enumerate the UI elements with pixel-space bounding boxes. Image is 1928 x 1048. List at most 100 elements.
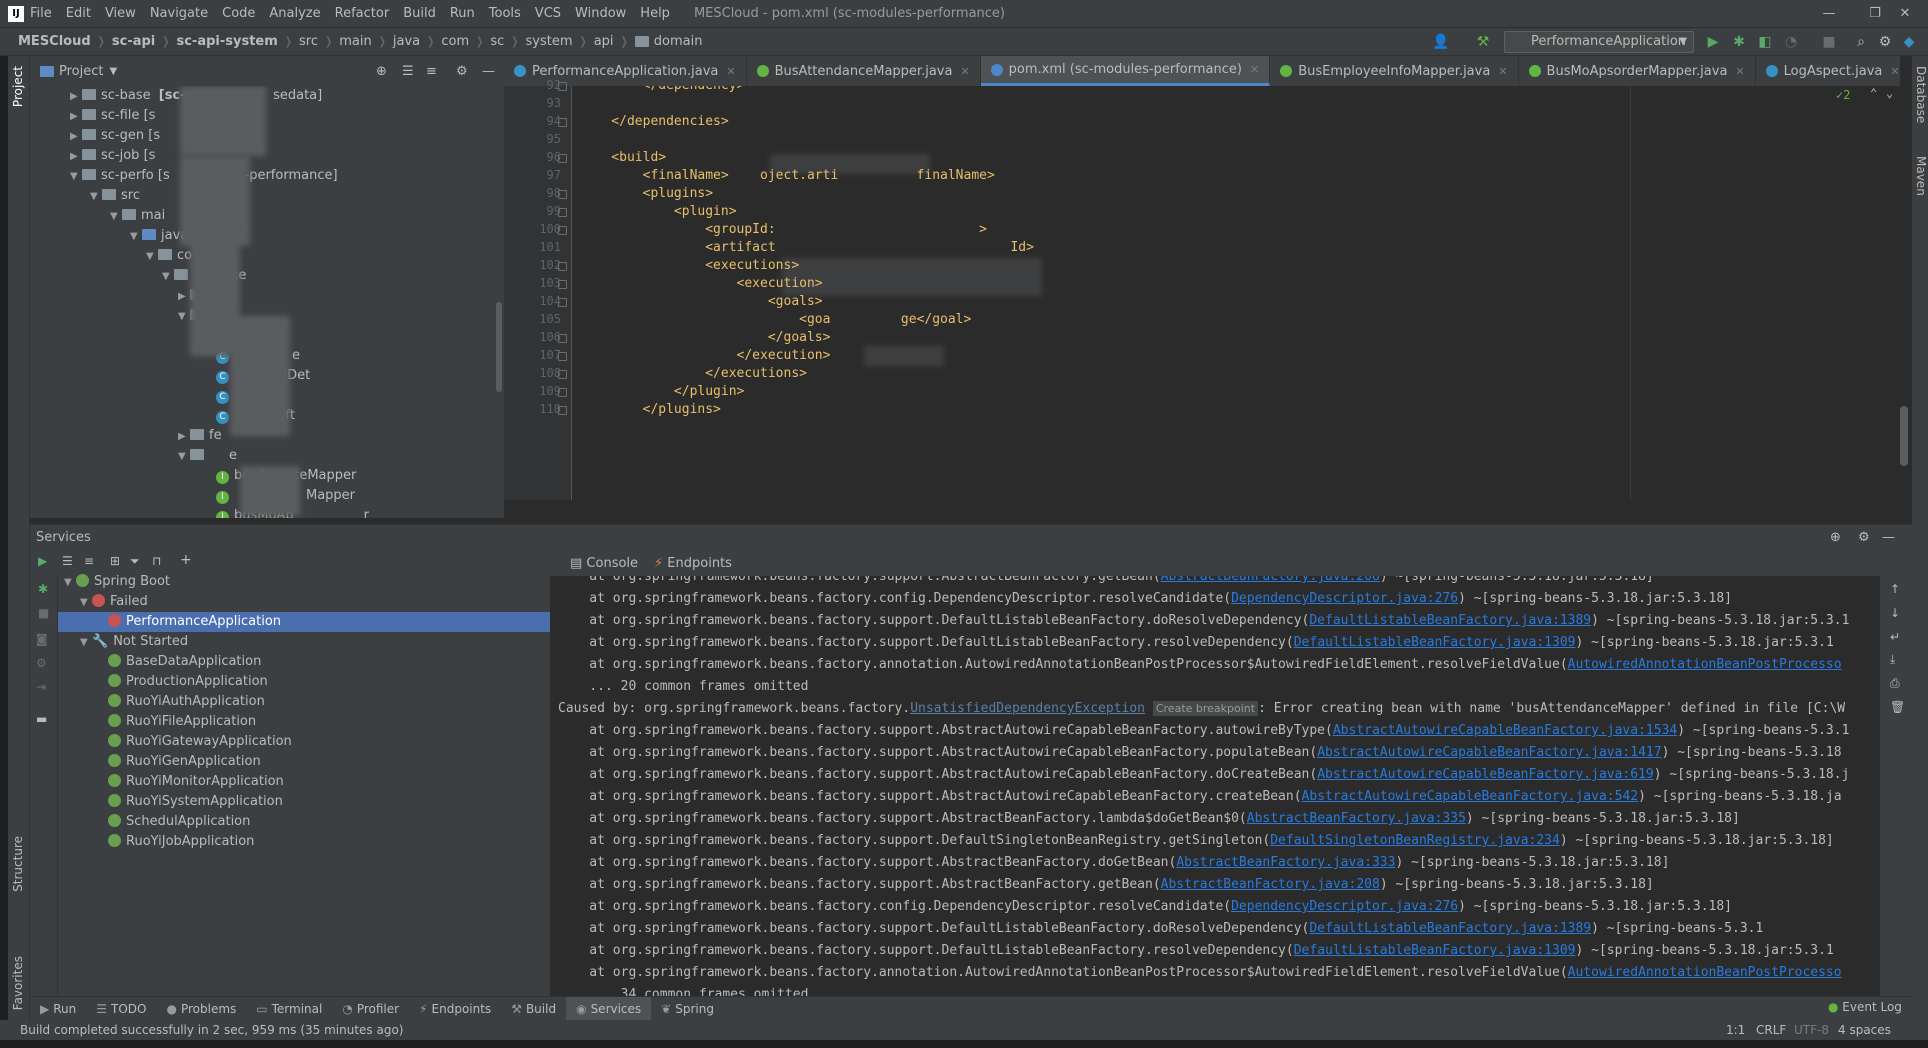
menu-file[interactable]: File xyxy=(30,6,52,21)
breadcrumb-item[interactable]: sc-api-system xyxy=(176,34,277,49)
tool-tab-build[interactable]: ⚒ Build xyxy=(501,1002,566,1016)
stacktrace-link[interactable]: DependencyDescriptor.java:276 xyxy=(1231,591,1458,606)
close-tab-icon[interactable]: ✕ xyxy=(1890,65,1899,78)
chevron-down-icon[interactable]: ▼ xyxy=(80,633,92,653)
menu-edit[interactable]: Edit xyxy=(66,6,91,21)
search-icon[interactable]: ⌕ xyxy=(1852,33,1870,51)
stacktrace-link[interactable]: AbstractBeanFactory.java:208 xyxy=(1161,576,1380,584)
fold-marker-icon[interactable] xyxy=(558,226,567,235)
stacktrace-link[interactable]: DefaultSingletonBeanRegistry.java:234 xyxy=(1270,833,1560,848)
jetbrains-toolbox-icon[interactable]: ◆ xyxy=(1900,33,1918,51)
globe-icon[interactable]: ⊕ xyxy=(1830,530,1841,545)
fold-marker-icon[interactable] xyxy=(558,406,567,415)
gear-icon[interactable]: ⚙ xyxy=(1858,530,1870,545)
breadcrumb-item[interactable]: system xyxy=(526,34,573,49)
fold-marker-icon[interactable] xyxy=(558,118,567,127)
camera-icon[interactable]: ◙ xyxy=(36,632,48,646)
service-tree-item[interactable]: ▼ Failed xyxy=(58,592,550,612)
stacktrace-link[interactable]: AbstractAutowireCapableBeanFactory.java:… xyxy=(1317,767,1654,782)
stacktrace-link[interactable]: AbstractAutowireCapableBeanFactory.java:… xyxy=(1302,789,1639,804)
new-tab-icon[interactable]: ⊓ xyxy=(152,554,161,568)
print-icon[interactable]: ⎙ xyxy=(1890,676,1900,691)
fold-marker-icon[interactable] xyxy=(558,280,567,289)
file-encoding[interactable]: UTF-8 xyxy=(1794,1023,1829,1037)
service-tree-item[interactable]: RuoYiGenApplication xyxy=(58,752,550,772)
close-tab-icon[interactable]: ✕ xyxy=(1735,65,1744,78)
menu-navigate[interactable]: Navigate xyxy=(150,6,208,21)
service-tree-item[interactable]: RuoYiGatewayApplication xyxy=(58,732,550,752)
breadcrumb-item[interactable]: sc-api xyxy=(112,34,155,49)
editor-scrollbar[interactable] xyxy=(1898,86,1912,500)
service-tree-item[interactable]: ProductionApplication xyxy=(58,672,550,692)
run-icon[interactable]: ▶ xyxy=(1704,33,1722,51)
tab-4[interactable]: BusMoApsorderMapper.java ✕ xyxy=(1519,56,1756,86)
tab-5[interactable]: LogAspect.java ✕ xyxy=(1756,56,1900,86)
tab-0[interactable]: PerformanceApplication.java ✕ xyxy=(504,56,747,86)
console-output[interactable]: at org.springframework.beans.factory.sup… xyxy=(550,576,1880,996)
fold-marker-icon[interactable] xyxy=(558,352,567,361)
filter-icon[interactable]: ⏷ xyxy=(130,554,140,569)
breadcrumb-item[interactable]: domain xyxy=(654,34,703,49)
debug-icon[interactable]: ✱ xyxy=(1730,33,1748,51)
gear-icon[interactable]: ⚙ xyxy=(1876,33,1894,51)
tab-1[interactable]: BusAttendanceMapper.java ✕ xyxy=(747,56,981,86)
menu-run[interactable]: Run xyxy=(450,6,475,21)
breadcrumb-item[interactable]: java xyxy=(393,34,420,49)
fold-marker-icon[interactable] xyxy=(558,388,567,397)
breadcrumb-item[interactable]: src xyxy=(299,34,318,49)
stop-icon[interactable]: ■ xyxy=(1820,33,1838,51)
service-tree-item[interactable]: RuoYiMonitorApplication xyxy=(58,772,550,792)
project-panel-title[interactable]: Project xyxy=(59,64,103,79)
service-tree-item[interactable]: RuoYiSystemApplication xyxy=(58,792,550,812)
expand-all-icon[interactable]: ☰ xyxy=(62,554,73,568)
close-tab-icon[interactable]: ✕ xyxy=(726,65,735,78)
tab-endpoints[interactable]: ⚡ Endpoints xyxy=(646,556,740,571)
indent-setting[interactable]: 4 spaces xyxy=(1838,1023,1891,1037)
tree-item-folder-fe[interactable]: ▶ fe xyxy=(178,426,222,446)
menu-vcs[interactable]: VCS xyxy=(535,6,561,21)
breadcrumb-item[interactable]: main xyxy=(339,34,371,49)
fold-marker-icon[interactable] xyxy=(558,208,567,217)
scroll-up-icon[interactable]: ↑ xyxy=(1890,582,1900,596)
service-tree-item[interactable]: PerformanceApplication xyxy=(58,612,550,632)
prev-highlight-icon[interactable]: ⌃ xyxy=(1870,86,1877,100)
stacktrace-link[interactable]: DefaultListableBeanFactory.java:1309 xyxy=(1294,635,1576,650)
stacktrace-link[interactable]: AbstractAutowireCapableBeanFactory.java:… xyxy=(1317,745,1661,760)
tab-2[interactable]: pom.xml (sc-modules-performance) ✕ xyxy=(980,56,1271,86)
service-tree-item[interactable]: ▼ Spring Boot xyxy=(58,572,550,592)
service-tree-item[interactable]: RuoYiJobApplication xyxy=(58,832,550,852)
chevron-down-icon[interactable]: ▼ xyxy=(109,66,117,77)
database-tool-label[interactable]: Database xyxy=(1914,66,1928,123)
stacktrace-link[interactable]: AutowiredAnnotationBeanPostProcesso xyxy=(1568,657,1842,672)
structure-tool-label[interactable]: Structure xyxy=(11,836,25,892)
tool-tab-services[interactable]: ◉ Services xyxy=(566,996,652,1021)
breadcrumb-item[interactable]: com xyxy=(441,34,469,49)
menu-help[interactable]: Help xyxy=(640,6,670,21)
stacktrace-link[interactable]: AbstractBeanFactory.java:335 xyxy=(1247,811,1466,826)
close-tab-icon[interactable]: ✕ xyxy=(1498,65,1507,78)
menu-analyze[interactable]: Analyze xyxy=(269,6,320,21)
tab-3[interactable]: BusEmployeeInfoMapper.java ✕ xyxy=(1270,56,1519,86)
gear-icon[interactable]: ⚙ xyxy=(456,64,468,79)
menu-view[interactable]: View xyxy=(105,6,136,21)
tool-tab-endpoints[interactable]: ⚡ Endpoints xyxy=(409,1002,501,1016)
breadcrumb-item[interactable]: api xyxy=(594,34,614,49)
close-icon[interactable]: ✕ xyxy=(1882,0,1928,28)
coverage-icon[interactable]: ◧ xyxy=(1756,33,1774,51)
fold-marker-icon[interactable] xyxy=(558,82,567,91)
stacktrace-link[interactable]: DefaultListableBeanFactory.java:1389 xyxy=(1309,613,1591,628)
service-tree-item[interactable]: SchedulApplication xyxy=(58,812,550,832)
tree-item-sc-gen[interactable]: ▶ sc-gen [s xyxy=(70,126,160,146)
build-hammer-icon[interactable]: ⚒ xyxy=(1474,33,1492,51)
menu-build[interactable]: Build xyxy=(403,6,436,21)
stacktrace-link[interactable]: DefaultListableBeanFactory.java:1309 xyxy=(1294,943,1576,958)
soft-wrap-icon[interactable]: ↵ xyxy=(1890,630,1900,644)
status-message[interactable]: Build completed successfully in 2 sec, 9… xyxy=(20,1023,403,1037)
group-by-icon[interactable]: ⊞ xyxy=(110,554,120,568)
create-breakpoint-button[interactable]: Create breakpoint xyxy=(1152,701,1259,716)
tree-item-main[interactable]: ▼ mai xyxy=(110,206,165,226)
collapse-all-icon[interactable]: ≡ xyxy=(84,554,94,568)
maven-tool-label[interactable]: Maven xyxy=(1914,156,1928,196)
tool-tab-spring[interactable]: ❦ Spring xyxy=(651,1002,724,1016)
tool-tab-problems[interactable]: ● Problems xyxy=(156,1002,246,1016)
